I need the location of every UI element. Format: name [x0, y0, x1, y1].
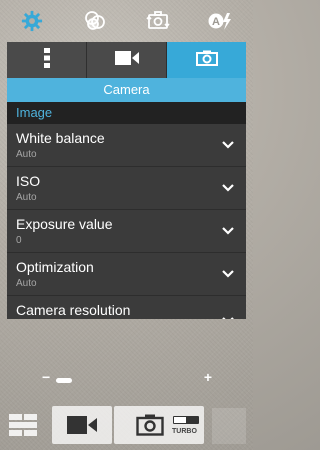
- bottom-controls: TURBO: [0, 400, 253, 450]
- zoom-slider[interactable]: − +: [40, 369, 216, 388]
- chevron-down-icon: [222, 184, 234, 192]
- chevron-down-icon: [222, 141, 234, 149]
- chevron-down-icon: [222, 227, 234, 235]
- color-effect-icon[interactable]: [79, 5, 111, 37]
- mode-grid-icon[interactable]: [9, 414, 37, 436]
- chevron-down-icon: [222, 270, 234, 278]
- settings-tabs: [7, 42, 246, 78]
- turbo-toggle[interactable]: [173, 416, 199, 424]
- setting-row-optimization[interactable]: Optimization Auto: [7, 253, 246, 296]
- setting-label: Exposure value: [16, 216, 113, 232]
- setting-row-iso[interactable]: ISO Auto: [7, 167, 246, 210]
- setting-label: Optimization: [16, 259, 94, 275]
- setting-value: Auto: [16, 278, 37, 289]
- tab-video[interactable]: [87, 42, 167, 78]
- video-camera-icon: [67, 416, 97, 434]
- setting-value: Auto: [16, 149, 37, 160]
- svg-text:A: A: [212, 16, 220, 28]
- last-photo-thumbnail[interactable]: [212, 408, 246, 444]
- setting-value: Auto: [16, 192, 37, 203]
- shutter-button[interactable]: TURBO: [114, 406, 204, 444]
- zoom-in-label: +: [203, 369, 212, 385]
- setting-label: White balance: [16, 130, 105, 146]
- zoom-slider-thumb[interactable]: [56, 378, 72, 383]
- tab-more-settings[interactable]: [7, 42, 87, 78]
- setting-row-camera-resolution[interactable]: Camera resolution: [7, 296, 246, 319]
- switch-camera-icon[interactable]: [142, 5, 174, 37]
- zoom-out-label: −: [42, 369, 51, 385]
- category-header: Image: [7, 102, 246, 124]
- setting-label: ISO: [16, 173, 41, 189]
- record-video-button[interactable]: [52, 406, 112, 444]
- camera-icon: [195, 50, 218, 71]
- setting-row-exposure-value[interactable]: Exposure value 0: [7, 210, 246, 253]
- panel-title: Camera: [7, 78, 246, 102]
- vertical-dots-icon: [43, 47, 50, 73]
- settings-gear-icon[interactable]: [16, 5, 48, 37]
- auto-flash-icon[interactable]: A: [205, 5, 237, 37]
- video-camera-icon: [114, 50, 139, 70]
- setting-value: 0: [16, 235, 22, 246]
- top-toolbar: A: [0, 0, 253, 42]
- settings-panel: Camera Image White balance Auto ISO Auto…: [7, 42, 246, 319]
- chevron-down-icon: [222, 317, 234, 319]
- setting-row-white-balance[interactable]: White balance Auto: [7, 124, 246, 167]
- tab-camera[interactable]: [167, 42, 246, 78]
- setting-label: Camera resolution: [16, 302, 131, 318]
- camera-icon: [136, 414, 164, 436]
- turbo-label: TURBO: [172, 428, 197, 435]
